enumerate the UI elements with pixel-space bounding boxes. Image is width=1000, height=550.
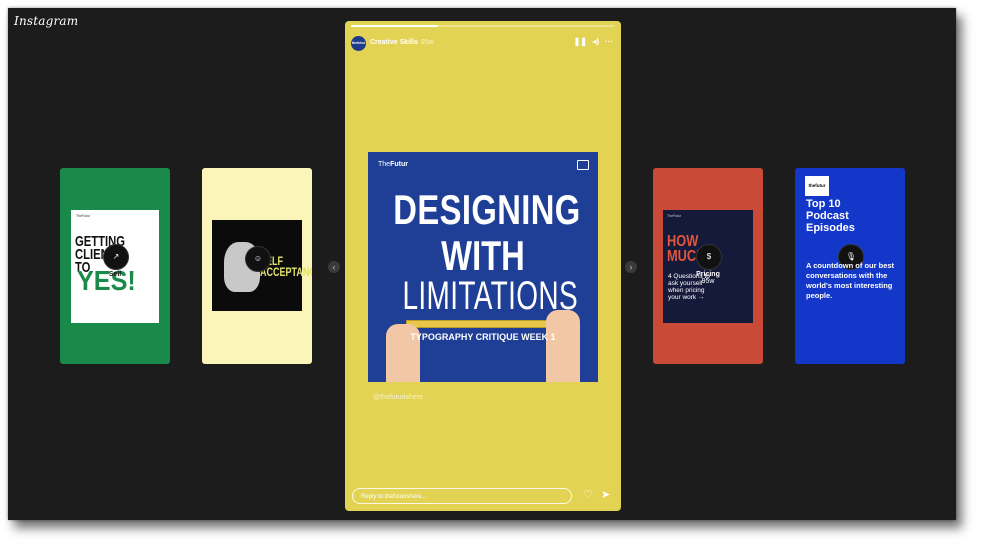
- story-post: TheFutur DESIGNING WITH LIMITATIONS TYPO…: [368, 152, 598, 382]
- measuring-tape: [406, 320, 548, 328]
- avatar: $: [696, 244, 722, 270]
- story-name: Pricing: [696, 271, 720, 278]
- pause-icon[interactable]: ❚❚: [574, 37, 587, 46]
- story-header: thefutur Creative Skills 95w ❚❚ ◂) ···: [351, 36, 615, 52]
- thumb-title: Top 10 Podcast Episodes: [806, 198, 855, 234]
- post-logo: TheFutur: [378, 161, 408, 168]
- send-icon[interactable]: ➤: [601, 488, 610, 501]
- instagram-window: Instagram TheFutur GETTING CLIENTS TO YES…: [8, 8, 956, 520]
- post-title-line3: LIMITATIONS: [402, 274, 578, 318]
- prev-story-button[interactable]: ‹: [328, 261, 340, 273]
- active-story[interactable]: thefutur Creative Skills 95w ❚❚ ◂) ··· Th…: [345, 21, 621, 511]
- thumb-title-yes: YES!: [77, 265, 136, 296]
- instagram-logo[interactable]: Instagram: [14, 14, 78, 28]
- progress-bar: [351, 25, 615, 27]
- chevron-left-icon: ‹: [332, 262, 336, 272]
- avatar[interactable]: thefutur: [351, 36, 366, 51]
- chevron-right-icon: ›: [629, 262, 633, 272]
- reply-input[interactable]: Reply to thefuturishere...: [352, 488, 572, 504]
- side-story-podcasts[interactable]: thefutur Top 10 Podcast Episodes 🎙 A count…: [795, 168, 905, 364]
- side-story-sell[interactable]: TheFutur GETTING CLIENTS TO YES! ↗ Sell: [60, 168, 170, 364]
- story-username[interactable]: Creative Skills 95w: [370, 39, 434, 46]
- thumb-logo: TheFutur: [76, 214, 91, 218]
- post-title-line1: DESIGNING: [393, 186, 581, 233]
- side-story-name: Pricing 95w: [653, 271, 763, 285]
- mute-icon[interactable]: ◂): [592, 37, 599, 46]
- avatar: ↗: [103, 244, 129, 270]
- more-icon[interactable]: ···: [605, 37, 613, 46]
- thefutur-logo: thefutur: [805, 176, 829, 196]
- story-timestamp: 95w: [701, 278, 715, 285]
- next-story-button[interactable]: ›: [625, 261, 637, 273]
- avatar: ☺: [245, 246, 271, 272]
- thumb-subtitle: A countdown of our best conversations wi…: [806, 261, 895, 300]
- username[interactable]: Creative Skills: [370, 39, 418, 46]
- side-story-self-acceptance[interactable]: SELFACCEPTANCE ☺: [202, 168, 312, 364]
- side-story-pricing[interactable]: TheFutur HOW MUCH? 4 Questions to ask your…: [653, 168, 763, 364]
- post-subtitle: TYPOGRAPHY CRITIQUE WEEK 1: [410, 332, 556, 342]
- story-timestamp: 95w: [420, 39, 434, 46]
- post-title-line2: WITH: [441, 232, 525, 279]
- hand-image: [546, 310, 580, 382]
- progress-fill: [351, 25, 439, 27]
- thumb-logo: TheFutur: [667, 214, 682, 218]
- carousel-icon: [577, 160, 589, 170]
- side-story-name: Sell: [108, 271, 122, 278]
- heart-icon[interactable]: ♡: [583, 488, 593, 501]
- story-mention[interactable]: @thefuturishere: [373, 394, 423, 401]
